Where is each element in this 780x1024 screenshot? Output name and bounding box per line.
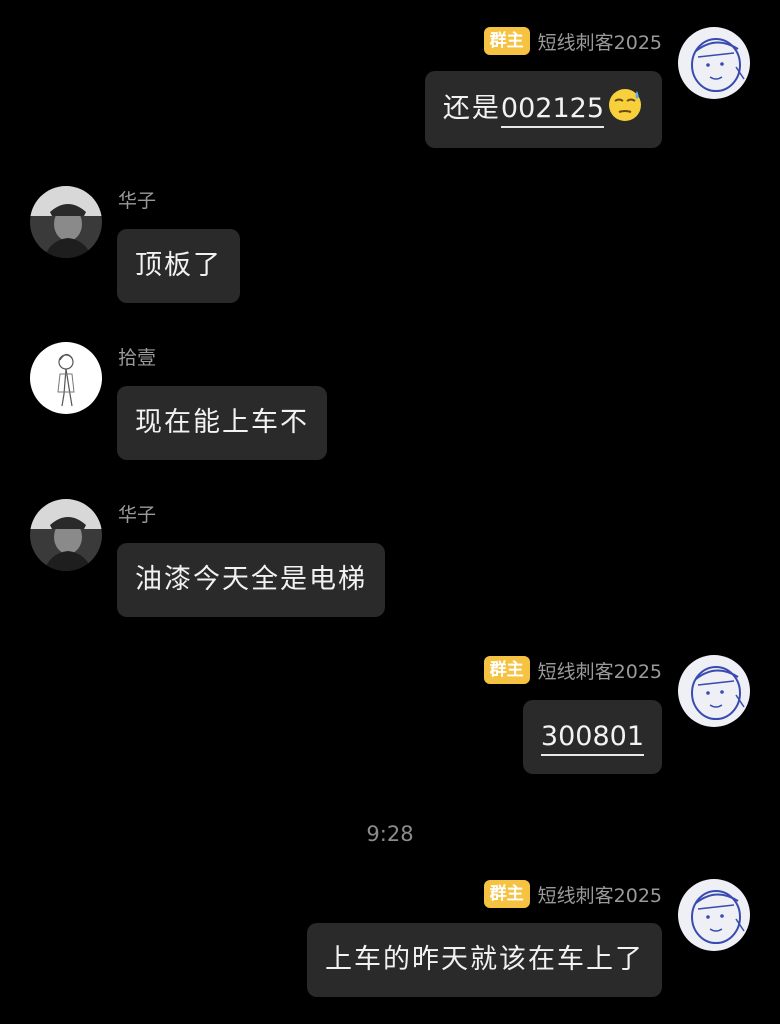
cold-sweat-face-icon [606, 85, 644, 134]
sender-row: 群主 短线刺客2025 [483, 655, 662, 685]
message-bubble[interactable]: 油漆今天全是电梯 [117, 543, 385, 617]
message-bubble[interactable]: 300801 [522, 700, 662, 774]
sender-name[interactable]: 短线刺客2025 [538, 28, 662, 55]
sender-name[interactable]: 拾壹 [118, 345, 156, 371]
message-text: 还是 [442, 93, 501, 124]
message-text: 上车的昨天就该在车上了 [325, 944, 644, 975]
avatar-owner[interactable] [678, 879, 750, 951]
sender-name[interactable]: 华子 [118, 502, 156, 528]
sender-name[interactable]: 短线刺客2025 [538, 881, 662, 908]
message-text: 油漆今天全是电梯 [135, 564, 367, 595]
owner-badge: 群主 [483, 656, 530, 684]
stock-code-link[interactable]: 002125 [500, 93, 604, 128]
sender-name[interactable]: 短线刺客2025 [538, 657, 662, 684]
avatar-owner[interactable] [678, 655, 750, 727]
sketch-avatar-icon [678, 27, 750, 99]
sketch-avatar-icon [678, 879, 750, 951]
stock-code-link[interactable]: 300801 [540, 721, 644, 756]
avatar-owner[interactable] [678, 27, 750, 99]
sender-name[interactable]: 华子 [118, 188, 156, 214]
time-separator: 9:28 [366, 822, 414, 846]
owner-badge: 群主 [483, 880, 530, 908]
message-text: 顶板了 [135, 250, 222, 281]
message-text: 现在能上车不 [135, 407, 309, 438]
sender-row: 群主 短线刺客2025 [483, 879, 662, 909]
chat-view: 群主 短线刺客2025 还是002125 华子 顶板了 拾壹 现在能上车不 华子… [0, 0, 780, 1024]
person-photo-icon [30, 499, 102, 571]
sender-row: 群主 短线刺客2025 [483, 26, 662, 56]
message-bubble[interactable]: 上车的昨天就该在车上了 [307, 923, 662, 997]
message-bubble[interactable]: 现在能上车不 [117, 386, 327, 460]
message-bubble[interactable]: 顶板了 [117, 229, 240, 303]
message-bubble[interactable]: 还是002125 [424, 71, 662, 148]
owner-badge: 群主 [483, 27, 530, 55]
sketch-figure-icon [30, 342, 102, 414]
sketch-avatar-icon [678, 655, 750, 727]
avatar-huazi[interactable] [30, 499, 102, 571]
avatar-huazi[interactable] [30, 186, 102, 258]
avatar-shiyi[interactable] [30, 342, 102, 414]
person-photo-icon [30, 186, 102, 258]
